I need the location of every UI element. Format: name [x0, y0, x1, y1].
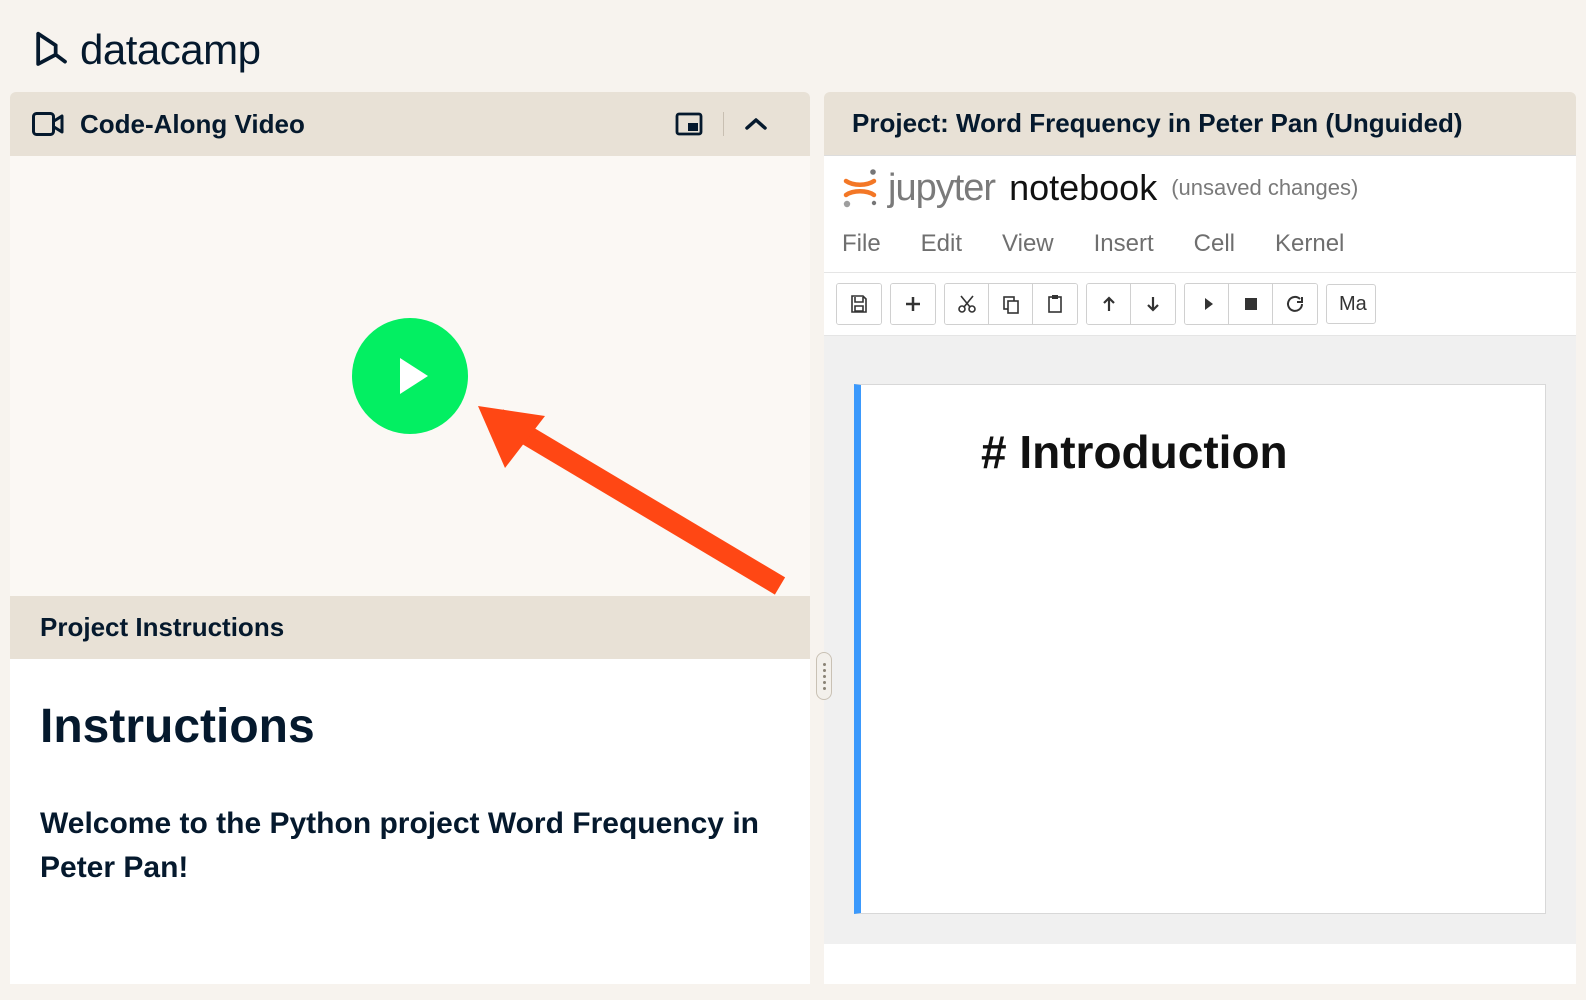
stop-button[interactable]: [1229, 284, 1273, 324]
pip-icon: [675, 112, 703, 136]
play-icon: [400, 358, 428, 394]
arrow-up-icon: [1101, 295, 1117, 313]
menu-insert[interactable]: Insert: [1094, 230, 1154, 258]
annotation-arrow: [460, 396, 810, 616]
cell-type-label: Ma: [1339, 293, 1367, 316]
paste-icon: [1045, 294, 1065, 314]
save-button[interactable]: [837, 284, 881, 324]
jupyter-logo: jupyter: [838, 166, 995, 210]
restart-icon: [1286, 295, 1304, 313]
main-layout: Code-Along Video: [0, 92, 1586, 984]
app-header: datacamp: [0, 0, 1586, 92]
datacamp-logo-icon: [30, 29, 72, 71]
code-along-header: Code-Along Video: [10, 92, 810, 156]
plus-icon: [904, 295, 922, 313]
menu-edit[interactable]: Edit: [921, 230, 962, 258]
menu-view[interactable]: View: [1002, 230, 1054, 258]
jupyter-area: jupyter notebook (unsaved changes) File …: [824, 155, 1576, 984]
notebook-cell[interactable]: # Introduction: [854, 384, 1546, 914]
cut-button[interactable]: [945, 284, 989, 324]
project-title: Project: Word Frequency in Peter Pan (Un…: [852, 108, 1463, 138]
jupyter-header: jupyter notebook (unsaved changes): [824, 156, 1576, 222]
instructions-heading: Instructions: [40, 699, 780, 754]
move-up-button[interactable]: [1087, 284, 1131, 324]
pip-button[interactable]: [655, 108, 723, 140]
run-icon: [1199, 296, 1215, 312]
unsaved-status: (unsaved changes): [1171, 175, 1358, 201]
copy-icon: [1001, 294, 1021, 314]
brand-name: datacamp: [80, 26, 260, 74]
play-button[interactable]: [352, 318, 468, 434]
drag-handle[interactable]: [816, 652, 832, 700]
restart-button[interactable]: [1273, 284, 1317, 324]
paste-button[interactable]: [1033, 284, 1077, 324]
save-icon: [849, 294, 869, 314]
menu-file[interactable]: File: [842, 230, 881, 258]
code-along-title: Code-Along Video: [80, 109, 305, 140]
instructions-body: Instructions Welcome to the Python proje…: [10, 659, 810, 984]
right-panel: Project: Word Frequency in Peter Pan (Un…: [824, 92, 1576, 984]
cell-heading: # Introduction: [981, 425, 1495, 479]
add-cell-button[interactable]: [891, 284, 935, 324]
move-down-button[interactable]: [1131, 284, 1175, 324]
welcome-text: Welcome to the Python project Word Frequ…: [40, 802, 780, 889]
menubar: File Edit View Insert Cell Kernel: [824, 222, 1576, 273]
collapse-button[interactable]: [723, 112, 788, 136]
chevron-up-icon: [744, 116, 768, 132]
cut-icon: [957, 294, 977, 314]
right-header: Project: Word Frequency in Peter Pan (Un…: [824, 92, 1576, 155]
stop-icon: [1244, 297, 1258, 311]
datacamp-logo: datacamp: [30, 26, 260, 74]
menu-kernel[interactable]: Kernel: [1275, 230, 1344, 258]
jupyter-brand: jupyter: [888, 167, 995, 210]
notebook-content: # Introduction: [824, 336, 1576, 944]
video-area: [10, 156, 810, 596]
run-button[interactable]: [1185, 284, 1229, 324]
arrow-down-icon: [1145, 295, 1161, 313]
video-icon: [32, 111, 64, 137]
toolbar: Ma: [824, 273, 1576, 336]
jupyter-logo-icon: [838, 166, 882, 210]
project-instructions-title: Project Instructions: [40, 612, 284, 642]
project-instructions-header: Project Instructions: [10, 596, 810, 659]
left-panel: Code-Along Video: [10, 92, 810, 984]
menu-cell[interactable]: Cell: [1194, 230, 1235, 258]
cell-type-select[interactable]: Ma: [1326, 284, 1376, 324]
copy-button[interactable]: [989, 284, 1033, 324]
notebook-name[interactable]: notebook: [1009, 167, 1157, 209]
